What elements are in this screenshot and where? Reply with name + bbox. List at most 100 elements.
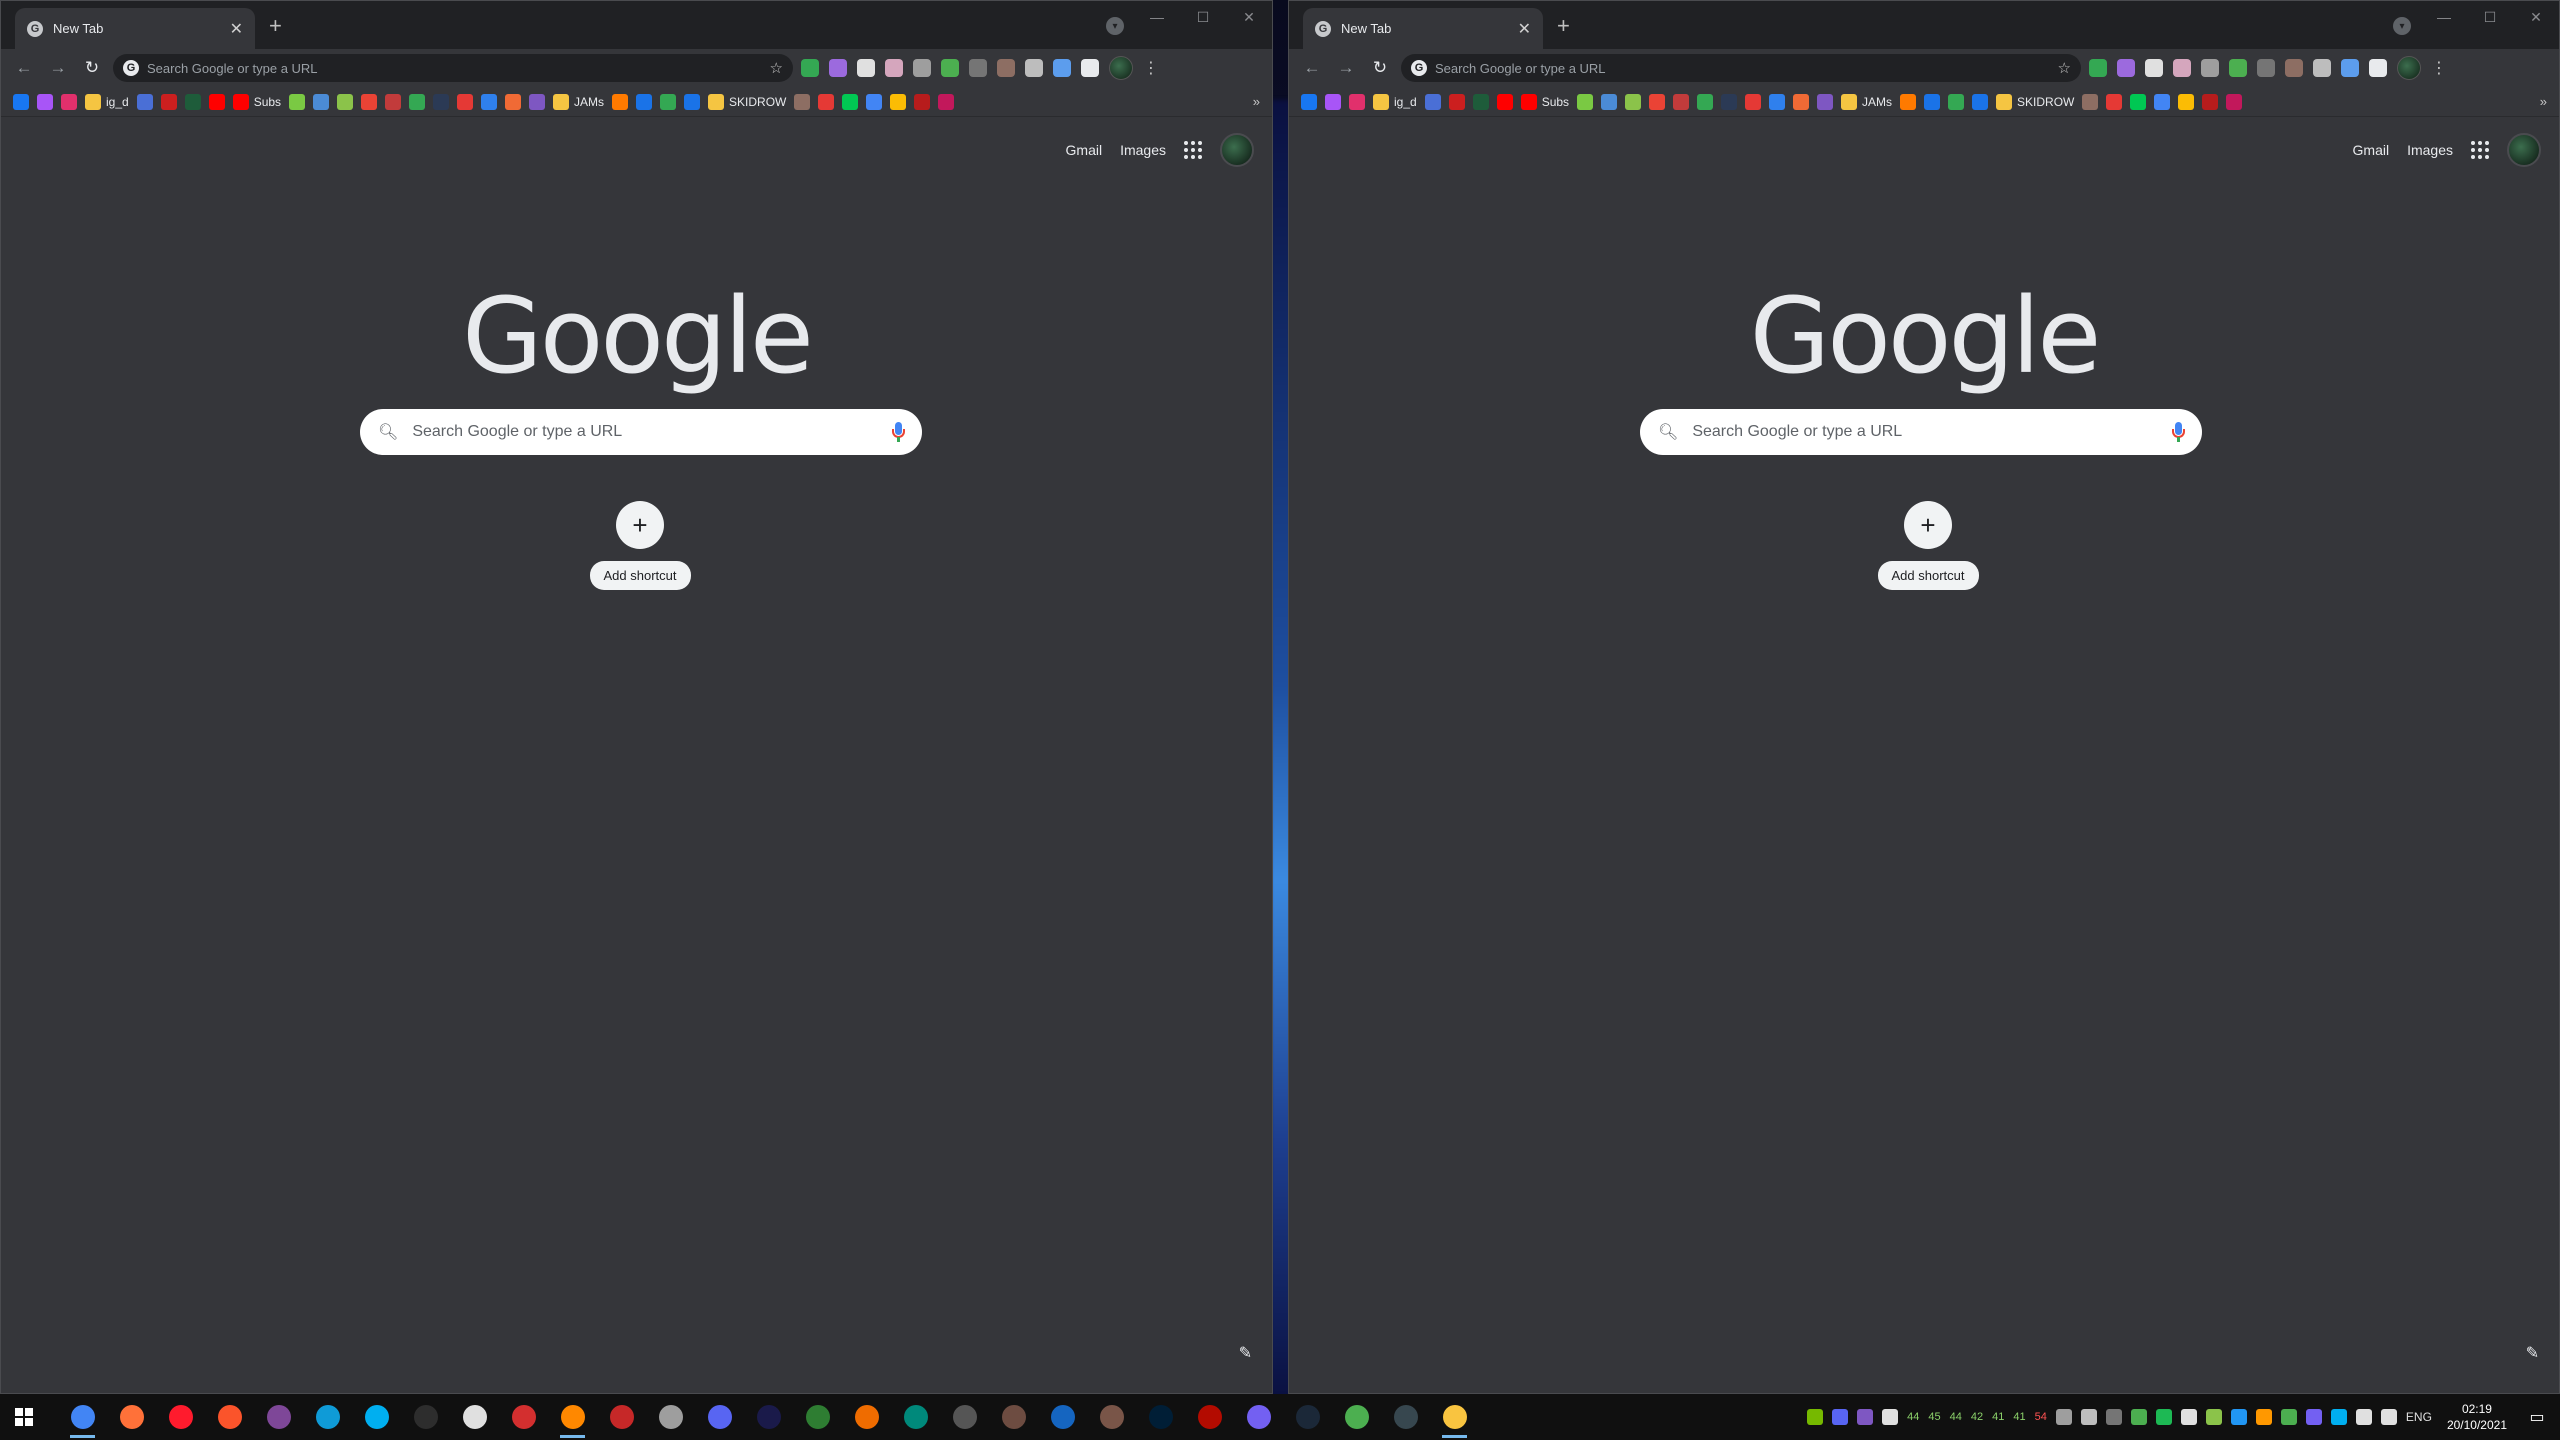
taskbar-app-app-globe[interactable] [891, 1394, 940, 1440]
bookmark-item[interactable] [1625, 93, 1642, 110]
add-shortcut-tile[interactable]: + Add shortcut [1872, 491, 1984, 590]
extension-icon[interactable] [2313, 59, 2331, 77]
tray-icon[interactable] [2280, 1409, 2297, 1425]
reload-button[interactable]: ↻ [1367, 55, 1393, 81]
extension-icon[interactable] [913, 59, 931, 77]
taskbar-app-tor[interactable] [254, 1394, 303, 1440]
add-shortcut-plus-icon[interactable]: + [1904, 501, 1952, 549]
ntp-search-box[interactable]: 🔍︎ Search Google or type a URL [1640, 409, 2202, 455]
bookmark-item[interactable] [337, 93, 354, 110]
bookmark-item[interactable] [1948, 93, 1965, 110]
taskbar-app-discord[interactable] [695, 1394, 744, 1440]
tray-icon[interactable] [2230, 1409, 2247, 1425]
taskbar-app-photoshop[interactable] [1136, 1394, 1185, 1440]
bookmark-folder[interactable]: ig_d [1373, 93, 1417, 110]
extension-icon[interactable] [885, 59, 903, 77]
bookmark-item[interactable]: Subs [1520, 93, 1569, 110]
address-bar[interactable]: G Search Google or type a URL ☆ [113, 54, 793, 82]
taskbar-app-app-img[interactable] [989, 1394, 1038, 1440]
bookmark-item[interactable] [842, 93, 859, 110]
bookmark-item[interactable] [208, 93, 225, 110]
bookmark-item[interactable] [313, 93, 330, 110]
taskbar-app-chrome[interactable] [58, 1394, 107, 1440]
reload-button[interactable]: ↻ [79, 55, 105, 81]
taskbar-app-app-s[interactable] [597, 1394, 646, 1440]
bookmark-item[interactable] [914, 93, 931, 110]
tab-close-icon[interactable]: ✕ [230, 19, 243, 39]
google-apps-icon[interactable] [1184, 141, 1202, 159]
taskbar-app-resolve[interactable] [940, 1394, 989, 1440]
bookmark-folder[interactable]: ig_d [85, 93, 129, 110]
taskbar-app-vlc[interactable] [548, 1394, 597, 1440]
bookmark-item[interactable] [1924, 93, 1941, 110]
taskbar-app-app-orange[interactable] [842, 1394, 891, 1440]
language-indicator[interactable]: ENG [2406, 1410, 2432, 1424]
bookmark-item[interactable] [1673, 93, 1690, 110]
taskbar-app-explorer[interactable] [1430, 1394, 1479, 1440]
volume-icon[interactable] [2380, 1409, 2397, 1425]
taskbar-app-skype[interactable] [352, 1394, 401, 1440]
customize-pencil-icon[interactable]: ✎ [1239, 1343, 1252, 1363]
taskbar-app-app-white[interactable] [450, 1394, 499, 1440]
tab-close-icon[interactable]: ✕ [1518, 19, 1531, 39]
extension-icon[interactable] [2089, 59, 2107, 77]
browser-window-right[interactable]: G New Tab ✕ + ▾ — ☐ ✕ ← → ↻ G Search Goo… [1288, 0, 2560, 1394]
bookmark-item[interactable] [1745, 93, 1762, 110]
bookmark-item[interactable] [184, 93, 201, 110]
google-apps-icon[interactable] [2471, 141, 2489, 159]
notification-center-icon[interactable]: ▭ [2522, 1394, 2552, 1440]
extensions-puzzle-icon[interactable] [1081, 59, 1099, 77]
bookmark-item[interactable] [361, 93, 378, 110]
tray-icon[interactable] [2180, 1409, 2197, 1425]
bookmark-folder[interactable]: JAMs [1841, 93, 1892, 110]
back-button[interactable]: ← [11, 55, 37, 81]
extension-icon[interactable] [829, 59, 847, 77]
minimize-button[interactable]: — [2421, 1, 2467, 33]
bookmark-item[interactable] [1601, 93, 1618, 110]
start-button[interactable] [0, 1394, 48, 1440]
bookmark-item[interactable] [61, 93, 77, 110]
taskbar-app-app-blue-shield[interactable] [1038, 1394, 1087, 1440]
bookmark-item[interactable] [433, 93, 450, 110]
images-link[interactable]: Images [1120, 142, 1166, 158]
bookmark-item[interactable] [160, 93, 177, 110]
bookmark-item[interactable] [1649, 93, 1666, 110]
taskbar-app-opera[interactable] [156, 1394, 205, 1440]
taskbar-app-edge[interactable] [303, 1394, 352, 1440]
new-tab-button[interactable]: + [1557, 13, 1570, 39]
tray-icon[interactable] [2130, 1409, 2147, 1425]
close-window-button[interactable]: ✕ [1226, 1, 1272, 33]
extension-icon[interactable] [2257, 59, 2275, 77]
bookmark-item[interactable] [1577, 93, 1594, 110]
tab-search-icon[interactable]: ▾ [1106, 17, 1124, 35]
close-window-button[interactable]: ✕ [2513, 1, 2559, 33]
account-avatar[interactable] [2507, 133, 2541, 167]
browser-window-left[interactable]: G New Tab ✕ + ▾ — ☐ ✕ ← → ↻ G Search Goo… [0, 0, 1273, 1394]
bookmark-item[interactable] [529, 93, 546, 110]
bookmark-item[interactable] [37, 93, 53, 110]
bookmark-item[interactable] [1424, 93, 1441, 110]
menu-kebab-icon[interactable]: ⋮ [1143, 58, 1159, 78]
voice-search-mic-icon[interactable] [892, 422, 905, 442]
bookmark-item[interactable] [938, 93, 955, 110]
tab-search-icon[interactable]: ▾ [2393, 17, 2411, 35]
extension-icon[interactable] [2173, 59, 2191, 77]
taskbar-app-app-green[interactable] [793, 1394, 842, 1440]
bookmark-item[interactable] [2202, 93, 2219, 110]
bookmark-item[interactable] [1496, 93, 1513, 110]
bookmark-item[interactable] [2082, 93, 2099, 110]
bookmark-item[interactable]: Subs [232, 93, 281, 110]
bookmark-item[interactable] [1769, 93, 1786, 110]
bookmark-item[interactable] [2106, 93, 2123, 110]
bookmark-item[interactable] [1817, 93, 1834, 110]
bookmark-folder[interactable]: SKIDROW [1996, 93, 2074, 110]
images-link[interactable]: Images [2407, 142, 2453, 158]
taskbar-app-acrobat[interactable] [1185, 1394, 1234, 1440]
minimize-button[interactable]: — [1134, 1, 1180, 33]
bookmark-item[interactable] [1472, 93, 1489, 110]
bookmark-item[interactable] [794, 93, 811, 110]
extension-icon[interactable] [2285, 59, 2303, 77]
taskbar-app-terminal[interactable] [401, 1394, 450, 1440]
taskbar-app-app-red[interactable] [499, 1394, 548, 1440]
title-bar[interactable]: G New Tab ✕ + ▾ — ☐ ✕ [1289, 1, 2559, 49]
